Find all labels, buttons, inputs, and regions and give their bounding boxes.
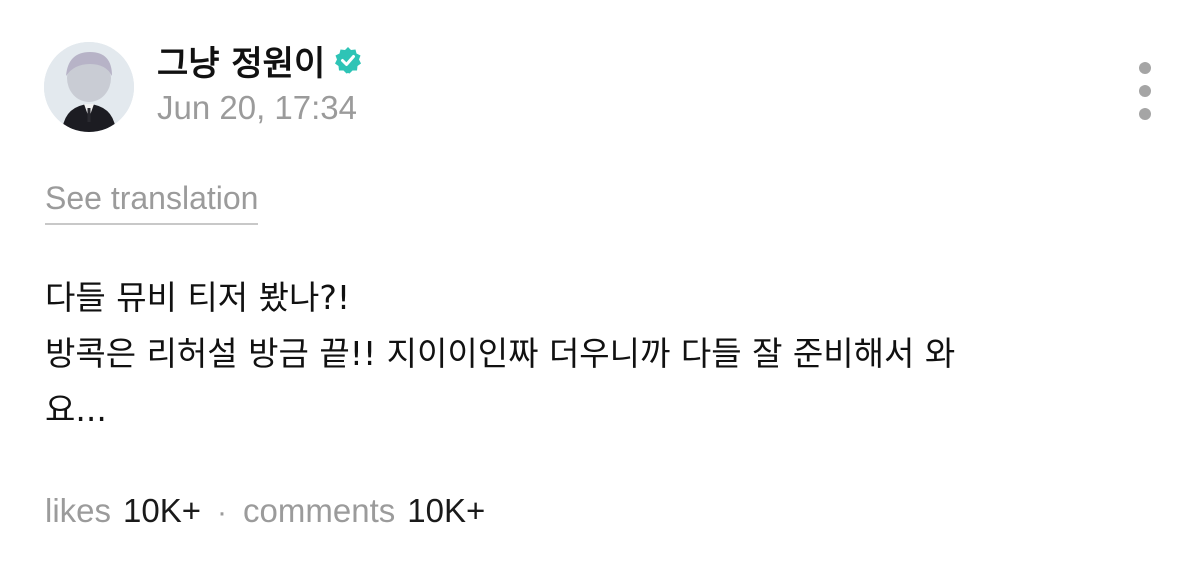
more-options-button[interactable] [1130, 62, 1160, 120]
avatar-photo-icon [44, 42, 134, 132]
author-name[interactable]: 그냥 정원이 [157, 36, 325, 85]
comments-label[interactable]: comments [243, 492, 395, 530]
post-card: 그냥 정원이 Jun 20, 17:34 See translation 다들 … [0, 0, 1200, 566]
likes-label[interactable]: likes [45, 492, 111, 530]
post-timestamp: Jun 20, 17:34 [157, 89, 357, 126]
stats-separator: · [217, 496, 228, 529]
post-stats: likes 10K+ · comments 10K+ [45, 492, 485, 530]
author-avatar[interactable] [44, 42, 134, 132]
post-body-line: 방콕은 리허설 방금 끝!! 지이이인짜 더우니까 다들 잘 준비해서 와 [45, 334, 956, 373]
post-body: 다들 뮤비 티저 봤나?! 방콕은 리허설 방금 끝!! 지이이인짜 더우니까 … [45, 270, 1155, 438]
see-translation-link[interactable]: See translation [45, 180, 259, 225]
author-name-row: 그냥 정원이 [157, 36, 363, 85]
post-body-line: 요... [45, 390, 107, 429]
verified-badge-icon [335, 47, 362, 74]
more-vertical-icon [1139, 62, 1151, 74]
likes-count: 10K+ [123, 492, 202, 529]
post-body-line: 다들 뮤비 티저 봤나?! [45, 278, 351, 317]
comments-count: 10K+ [407, 492, 486, 529]
